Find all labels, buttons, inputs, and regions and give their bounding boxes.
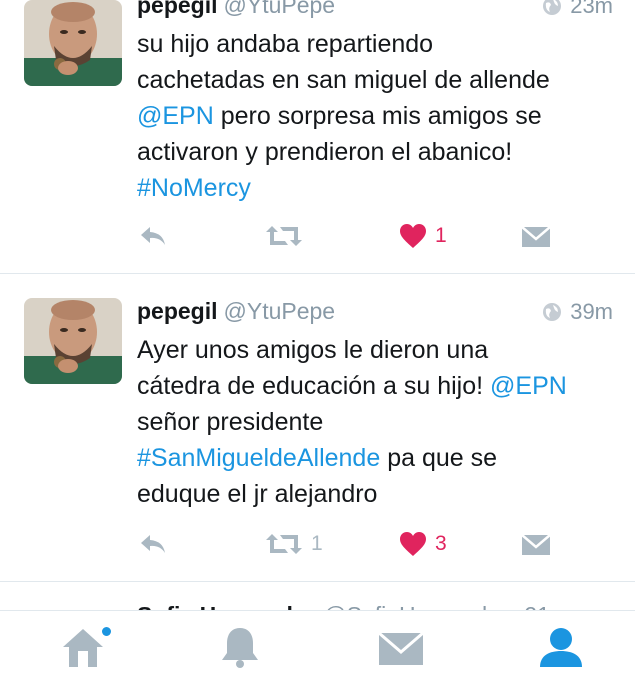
globe-icon [542, 0, 562, 22]
profile-icon [540, 628, 582, 667]
heart-icon [400, 532, 426, 556]
tweet-header: pepegil @YtuPepe [137, 0, 335, 19]
tweet-text: su hijo andaba repartiendo cachetadas en… [137, 26, 617, 206]
text-segment: cátedra de educación a su hijo! [137, 372, 491, 400]
notification-dot [102, 627, 111, 636]
user-handle[interactable]: @YtuPepe [224, 298, 336, 324]
display-name[interactable]: Sofia Hernandez [137, 602, 317, 610]
mention-link[interactable]: @EPN [137, 102, 214, 130]
notifications-icon [222, 628, 258, 668]
like-count: 1 [435, 224, 447, 247]
tab-notifications[interactable] [215, 623, 265, 671]
display-name[interactable]: pepegil [137, 298, 218, 324]
hashtag-link[interactable]: #NoMercy [137, 174, 251, 202]
like-button[interactable]: 1 [399, 223, 447, 249]
text-segment: cachetadas en san miguel de allende [137, 66, 550, 94]
timestamp: 23m [542, 0, 613, 22]
messages-icon [378, 631, 424, 665]
tweet-actions: 1 3 [0, 526, 635, 566]
tweet-2[interactable]: pepegil @YtuPepe 39m Ayer unos amigos le … [0, 274, 635, 580]
mention-link[interactable]: @EPN [490, 372, 567, 400]
heart-icon [400, 224, 426, 248]
text-segment: eduque el jr alejandro [137, 480, 378, 508]
text-segment: pero sorpresa mis amigos se [213, 102, 542, 130]
retweet-button[interactable] [265, 224, 311, 248]
tab-profile[interactable] [536, 623, 586, 671]
text-segment: señor presidente [137, 408, 324, 436]
bottom-tab-bar [0, 610, 635, 676]
tab-home[interactable] [58, 623, 111, 671]
tweet-header: pepegil @YtuPepe [137, 298, 335, 325]
tweet-header: Sofia Hernandez @SofiaHernandez_21 [137, 602, 550, 610]
user-handle[interactable]: @YtuPepe [224, 0, 336, 18]
direct-message-button[interactable] [521, 225, 551, 249]
avatar[interactable] [24, 0, 122, 86]
tweet-3-partial[interactable]: Sofia Hernandez @SofiaHernandez_21 [0, 582, 635, 610]
timestamp: 39m [542, 299, 613, 328]
hashtag-link[interactable]: #SanMigueldeAllende [137, 444, 380, 472]
envelope-icon [521, 534, 551, 555]
text-segment: Ayer unos amigos le dieron una [137, 336, 489, 364]
retweet-button[interactable]: 1 [265, 532, 323, 556]
retweet-icon [266, 226, 302, 246]
tweet-text: Ayer unos amigos le dieron una cátedra d… [137, 332, 627, 512]
home-icon [63, 629, 103, 667]
user-handle[interactable]: @SofiaHernandez_21 [323, 602, 550, 610]
reply-button[interactable] [138, 532, 168, 556]
direct-message-button[interactable] [521, 533, 551, 557]
reply-button[interactable] [138, 224, 168, 248]
reply-icon [141, 535, 165, 553]
like-count: 3 [435, 532, 447, 555]
tweet-actions: 1 [0, 218, 635, 258]
display-name[interactable]: pepegil [137, 0, 218, 18]
tweet-1[interactable]: pepegil @YtuPepe 23m su hijo andaba repar… [0, 0, 635, 272]
avatar[interactable] [24, 298, 122, 384]
globe-icon [542, 302, 562, 328]
retweet-count: 1 [311, 532, 323, 555]
timestamp-text: 23m [570, 0, 613, 18]
text-segment: su hijo andaba repartiendo [137, 30, 434, 58]
tab-messages[interactable] [376, 623, 426, 671]
envelope-icon [521, 226, 551, 247]
reply-icon [141, 227, 165, 245]
timestamp-text: 39m [570, 299, 613, 324]
text-segment: pa que se [380, 444, 498, 472]
retweet-icon [266, 534, 302, 554]
like-button[interactable]: 3 [399, 531, 447, 557]
text-segment: activaron y prendieron el abanico! [137, 138, 513, 166]
